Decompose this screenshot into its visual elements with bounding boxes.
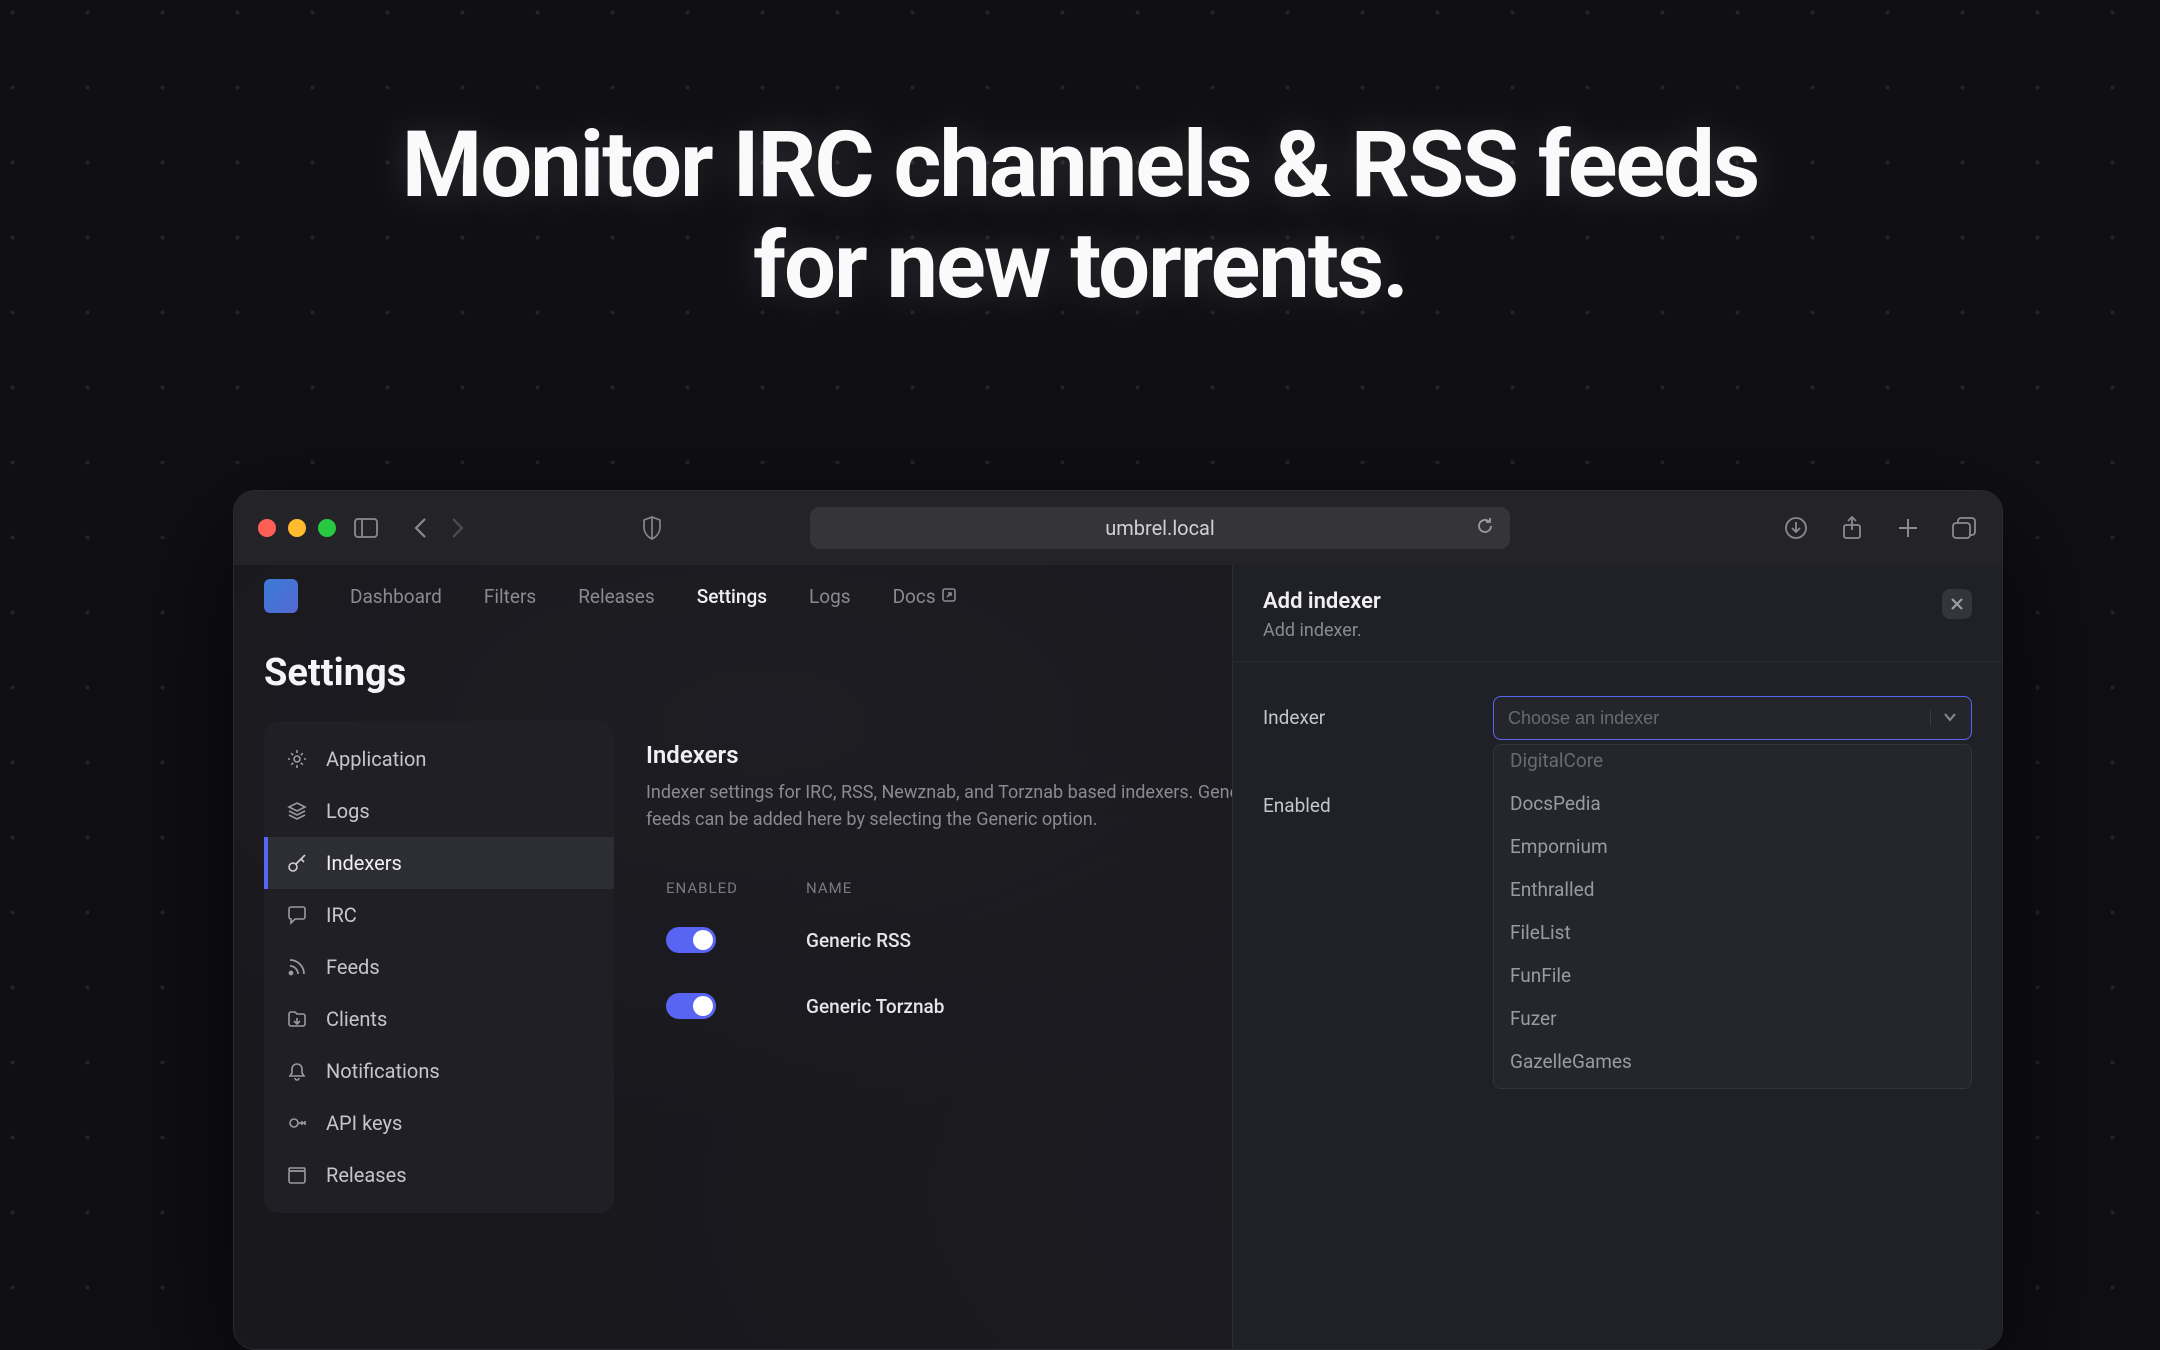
dropdown-option[interactable]: Empornium — [1494, 825, 1971, 868]
external-link-icon — [942, 587, 956, 606]
enabled-field-label: Enabled — [1263, 784, 1473, 817]
sidebar-item-label: Logs — [326, 799, 370, 823]
dropdown-option[interactable]: Generic Newznab — [1494, 1083, 1971, 1089]
dropdown-option[interactable]: Fuzer — [1494, 997, 1971, 1040]
nav-filters[interactable]: Filters — [484, 585, 536, 608]
dropdown-option[interactable]: Enthralled — [1494, 868, 1971, 911]
hero-headline: Monitor IRC channels & RSS feeds for new… — [0, 0, 2160, 317]
sidebar-item-irc[interactable]: IRC — [264, 889, 614, 941]
sidebar-item-clients[interactable]: Clients — [264, 993, 614, 1045]
sidebar-toggle-icon[interactable] — [352, 514, 380, 542]
app-logo-icon[interactable] — [264, 579, 298, 613]
gear-icon — [286, 748, 308, 770]
sidebar-item-label: Feeds — [326, 955, 380, 979]
sidebar-item-feeds[interactable]: Feeds — [264, 941, 614, 993]
nav-forward-icon[interactable] — [444, 514, 472, 542]
enabled-toggle[interactable] — [666, 927, 716, 953]
sidebar-item-label: Releases — [326, 1163, 407, 1187]
new-tab-icon[interactable] — [1894, 514, 1922, 542]
maximize-window-button[interactable] — [318, 519, 336, 537]
sidebar-item-application[interactable]: Application — [264, 733, 614, 785]
sidebar-item-label: IRC — [326, 903, 357, 927]
dropdown-option[interactable]: DigitalCore — [1494, 744, 1971, 782]
window-controls — [258, 519, 336, 537]
chat-icon — [286, 904, 308, 926]
sidebar-item-label: API keys — [326, 1111, 402, 1135]
nav-back-icon[interactable] — [406, 514, 434, 542]
folder-icon — [286, 1008, 308, 1030]
dropdown-option[interactable]: DocsPedia — [1494, 782, 1971, 825]
sidebar-item-label: Application — [326, 747, 426, 771]
nav-dashboard[interactable]: Dashboard — [350, 585, 442, 608]
sidebar-item-releases[interactable]: Releases — [264, 1149, 614, 1201]
nav-releases[interactable]: Releases — [578, 585, 655, 608]
key2-icon — [286, 1112, 308, 1134]
nav-docs-label: Docs — [893, 585, 936, 608]
indexer-name: Generic RSS — [806, 929, 911, 952]
indexer-dropdown[interactable]: DigitalCoreDocsPediaEmporniumEnthralledF… — [1493, 744, 1972, 1089]
headline-line-2: for new torrents. — [0, 216, 2160, 317]
browser-toolbar: umbrel.local — [234, 491, 2002, 565]
app-content: Dashboard Filters Releases Settings Logs… — [234, 565, 2002, 1349]
indexer-field-label: Indexer — [1263, 696, 1473, 729]
chevron-down-icon — [1930, 710, 1957, 726]
nav-settings[interactable]: Settings — [697, 585, 767, 608]
nav-docs[interactable]: Docs — [893, 585, 956, 608]
close-modal-button[interactable] — [1942, 589, 1972, 619]
indexer-name: Generic Torznab — [806, 995, 944, 1018]
settings-sidebar: Application Logs Indexers IRC Feeds Clients No… — [264, 721, 614, 1213]
headline-line-1: Monitor IRC channels & RSS feeds — [0, 115, 2160, 216]
enabled-toggle[interactable] — [666, 993, 716, 1019]
close-window-button[interactable] — [258, 519, 276, 537]
url-bar[interactable]: umbrel.local — [810, 507, 1510, 549]
sidebar-item-logs[interactable]: Logs — [264, 785, 614, 837]
rss-icon — [286, 956, 308, 978]
downloads-icon[interactable] — [1782, 514, 1810, 542]
nav-logs[interactable]: Logs — [809, 585, 851, 608]
col-name: NAME — [806, 879, 852, 897]
url-text: umbrel.local — [1105, 516, 1215, 540]
indexer-select-input[interactable] — [1508, 708, 1930, 729]
browser-window: umbrel.local Dashboard Filters — [233, 490, 2003, 1350]
minimize-window-button[interactable] — [288, 519, 306, 537]
tabs-icon[interactable] — [1950, 514, 1978, 542]
shield-icon[interactable] — [638, 514, 666, 542]
sidebar-item-notifications[interactable]: Notifications — [264, 1045, 614, 1097]
sidebar-item-label: Notifications — [326, 1059, 440, 1083]
modal-subtitle: Add indexer. — [1263, 620, 1381, 641]
reload-icon[interactable] — [1476, 516, 1494, 540]
dropdown-option[interactable]: FileList — [1494, 911, 1971, 954]
share-icon[interactable] — [1838, 514, 1866, 542]
add-indexer-modal: Add indexer Add indexer. Indexer — [1232, 565, 2002, 1349]
stack-icon — [286, 800, 308, 822]
dropdown-option[interactable]: FunFile — [1494, 954, 1971, 997]
sidebar-item-api-keys[interactable]: API keys — [264, 1097, 614, 1149]
indexer-select[interactable] — [1493, 696, 1972, 740]
dropdown-option[interactable]: GazelleGames — [1494, 1040, 1971, 1083]
sidebar-item-label: Indexers — [326, 851, 402, 875]
box-icon — [286, 1164, 308, 1186]
sidebar-item-label: Clients — [326, 1007, 387, 1031]
indexers-description: Indexer settings for IRC, RSS, Newznab, … — [646, 779, 1306, 833]
col-enabled: ENABLED — [666, 879, 746, 897]
key-icon — [286, 852, 308, 874]
sidebar-item-indexers[interactable]: Indexers — [264, 837, 614, 889]
modal-title: Add indexer — [1263, 589, 1381, 614]
bell-icon — [286, 1060, 308, 1082]
